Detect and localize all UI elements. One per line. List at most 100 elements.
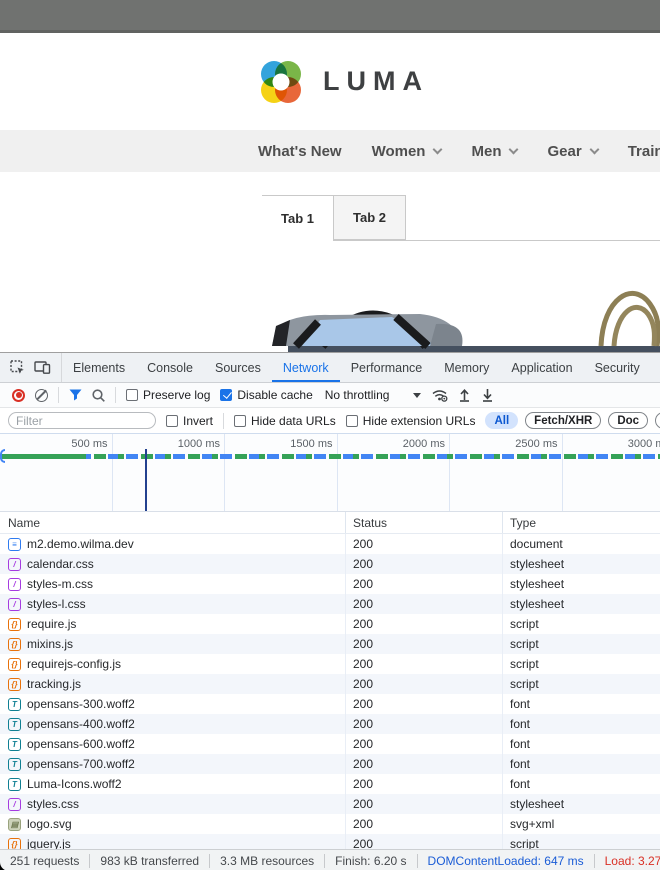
request-status: 200 [345, 674, 502, 694]
network-request-row[interactable]: ▤ logo.svg 200 svg+xml [0, 814, 660, 834]
invert-checkbox[interactable] [166, 415, 178, 427]
network-request-row[interactable]: / styles-l.css 200 stylesheet [0, 594, 660, 614]
request-type: svg+xml [502, 814, 660, 834]
network-request-row[interactable]: T opensans-300.woff2 200 font [0, 694, 660, 714]
request-name: jquery.js [27, 837, 71, 849]
devtools-panel: ElementsConsoleSourcesNetworkPerformance… [0, 352, 660, 870]
download-arrow-icon [481, 388, 494, 402]
clear-button[interactable] [35, 389, 48, 402]
request-status: 200 [345, 754, 502, 774]
request-status: 200 [345, 734, 502, 754]
type-filter-pill[interactable]: Doc [608, 412, 648, 429]
device-toolbar-button[interactable] [34, 361, 51, 374]
devtools-tab-performance[interactable]: Performance [340, 353, 434, 382]
request-status: 200 [345, 694, 502, 714]
hide-extension-urls-checkbox[interactable] [346, 415, 358, 427]
request-name: requirejs-config.js [27, 657, 121, 671]
preserve-log-checkbox[interactable] [126, 389, 138, 401]
request-status: 200 [345, 614, 502, 634]
font-icon: T [8, 738, 21, 751]
network-request-row[interactable]: {} mixins.js 200 script [0, 634, 660, 654]
network-overview-timeline[interactable]: 500 ms1000 ms1500 ms2000 ms2500 ms3000 m… [0, 433, 660, 512]
record-button[interactable] [12, 389, 25, 402]
throttling-select[interactable]: No throttling [325, 388, 422, 402]
network-request-row[interactable]: ≡ m2.demo.wilma.dev 200 document [0, 534, 660, 554]
hide-data-urls-control[interactable]: Hide data URLs [234, 414, 336, 428]
devtools-tab-elements[interactable]: Elements [62, 353, 136, 382]
network-request-row[interactable]: {} requirejs-config.js 200 script [0, 654, 660, 674]
request-name: logo.svg [27, 817, 72, 831]
preserve-log-control[interactable]: Preserve log [126, 388, 210, 402]
stylesheet-icon: / [8, 558, 21, 571]
nav-item-men[interactable]: Men [471, 143, 517, 160]
browser-window: LUMA What's New Women Men Gear Training [0, 0, 660, 870]
network-request-row[interactable]: {} tracking.js 200 script [0, 674, 660, 694]
nav-item-women[interactable]: Women [372, 143, 442, 160]
script-icon: {} [8, 838, 21, 850]
column-header-status[interactable]: Status [345, 512, 502, 533]
request-name: calendar.css [27, 557, 94, 571]
search-button[interactable] [92, 389, 105, 402]
request-status: 200 [345, 714, 502, 734]
network-request-row[interactable]: T opensans-400.woff2 200 font [0, 714, 660, 734]
devtools-tab-security[interactable]: Security [584, 353, 651, 382]
preserve-log-label: Preserve log [143, 388, 210, 402]
network-request-row[interactable]: / styles-m.css 200 stylesheet [0, 574, 660, 594]
disable-cache-control[interactable]: Disable cache [220, 388, 312, 402]
request-status: 200 [345, 814, 502, 834]
funnel-icon [69, 389, 82, 401]
disable-cache-checkbox[interactable] [220, 389, 232, 401]
inspect-element-button[interactable] [10, 360, 25, 375]
network-conditions-button[interactable] [431, 388, 448, 402]
duffel-bag-image[interactable] [272, 314, 462, 346]
stylesheet-icon: / [8, 598, 21, 611]
luma-logo[interactable]: LUMA [256, 57, 429, 107]
timeline-tick: 1000 ms [113, 434, 226, 511]
devtools-tab-network[interactable]: Network [272, 353, 340, 382]
request-name: tracking.js [27, 677, 81, 691]
invert-control[interactable]: Invert [166, 414, 213, 428]
content-tab[interactable]: Tab 2 [334, 195, 406, 240]
request-name: styles-l.css [27, 597, 86, 611]
nav-item-gear[interactable]: Gear [547, 143, 597, 160]
network-request-row[interactable]: T Luma-Icons.woff2 200 font [0, 774, 660, 794]
request-name: styles-m.css [27, 577, 93, 591]
network-toolbar: Preserve log Disable cache No throttling [0, 383, 660, 408]
timeline-tick: 1500 ms [225, 434, 338, 511]
devtools-tab-application[interactable]: Application [500, 353, 583, 382]
inspect-cursor-icon [10, 360, 25, 375]
export-har-button[interactable] [481, 388, 494, 402]
filter-input[interactable] [8, 412, 156, 429]
filter-toggle-button[interactable] [69, 389, 82, 401]
network-request-row[interactable]: {} require.js 200 script [0, 614, 660, 634]
devtools-tab-console[interactable]: Console [136, 353, 204, 382]
network-request-row[interactable]: / styles.css 200 stylesheet [0, 794, 660, 814]
import-har-button[interactable] [458, 388, 471, 402]
column-header-type[interactable]: Type [502, 512, 660, 533]
status-bar-item: 251 requests [0, 854, 90, 868]
tote-bag-image[interactable] [601, 293, 658, 346]
request-status: 200 [345, 554, 502, 574]
type-filter-pill[interactable]: CSS [655, 412, 660, 429]
devtools-tab-sources[interactable]: Sources [204, 353, 272, 382]
network-request-row[interactable]: / calendar.css 200 stylesheet [0, 554, 660, 574]
network-request-row[interactable]: T opensans-600.woff2 200 font [0, 734, 660, 754]
nav-item-label: Men [471, 143, 501, 160]
nav-item-what-s-new[interactable]: What's New [258, 143, 342, 160]
network-request-row[interactable]: T opensans-700.woff2 200 font [0, 754, 660, 774]
devtools-tab-memory[interactable]: Memory [433, 353, 500, 382]
hide-extension-urls-control[interactable]: Hide extension URLs [346, 414, 476, 428]
column-header-name[interactable]: Name [0, 516, 345, 530]
request-type: font [502, 754, 660, 774]
nav-item-label: Women [372, 143, 426, 160]
hide-data-urls-checkbox[interactable] [234, 415, 246, 427]
request-status: 200 [345, 634, 502, 654]
type-filter-pill[interactable]: Fetch/XHR [525, 412, 601, 429]
nav-item-training[interactable]: Training [628, 143, 660, 160]
type-filter-pill[interactable]: All [485, 412, 518, 429]
content-tab[interactable]: Tab 1 [262, 195, 334, 241]
chevron-down-icon [413, 393, 421, 398]
timeline-left-handle[interactable] [0, 449, 5, 463]
timeline-tick: 2500 ms [450, 434, 563, 511]
network-request-row[interactable]: {} jquery.js 200 script [0, 834, 660, 849]
